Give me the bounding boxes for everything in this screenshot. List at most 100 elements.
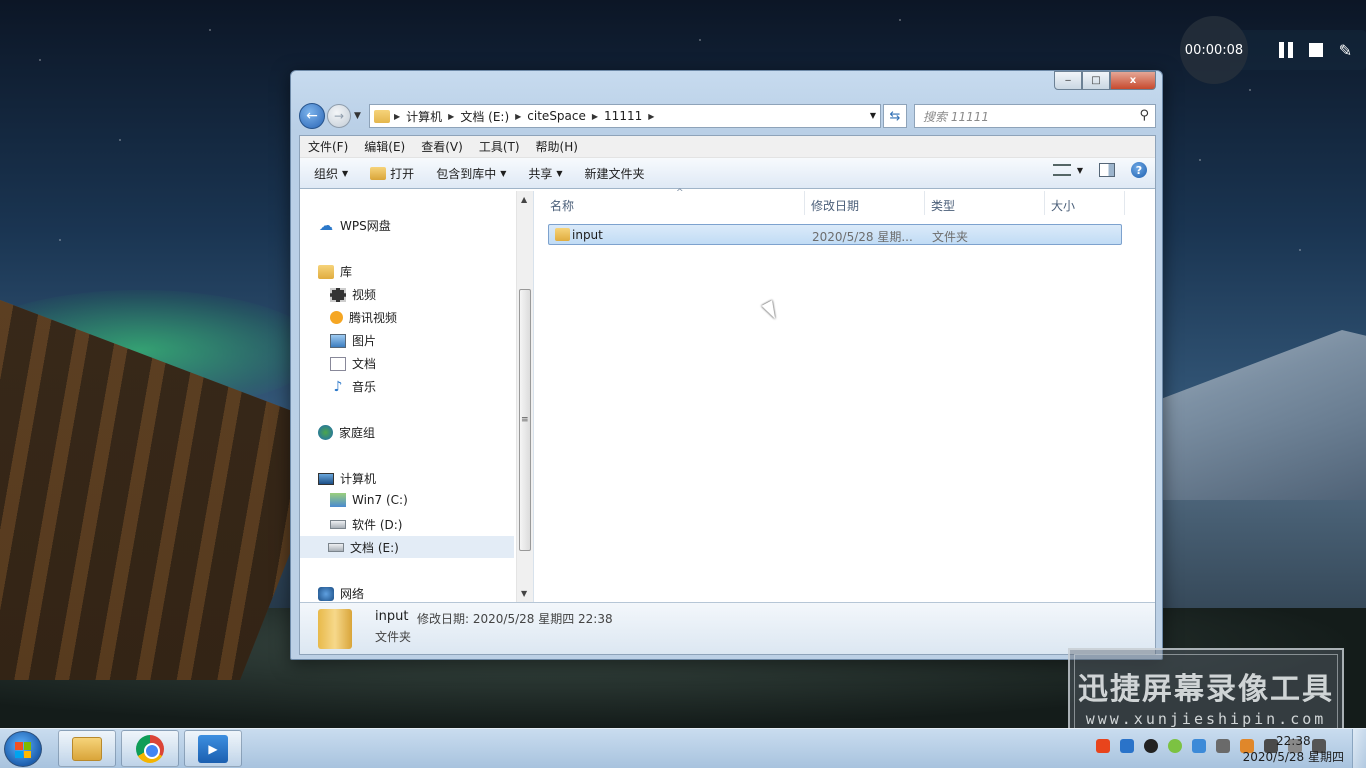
menu-tools[interactable]: 工具(T) — [471, 138, 528, 155]
nav-item-drive-d[interactable]: 软件 (D:) — [330, 516, 402, 533]
show-desktop-button[interactable] — [1352, 729, 1366, 768]
nav-item-pictures[interactable]: 图片 — [330, 332, 376, 349]
breadcrumb-citespace[interactable]: citeSpace — [527, 109, 586, 123]
search-icon[interactable]: ⚲ — [1139, 108, 1149, 123]
help-icon[interactable]: ? — [1131, 162, 1147, 178]
column-headers: ^ 名称 修改日期 类型 大小 — [542, 188, 1142, 216]
qq-icon[interactable] — [1144, 739, 1158, 753]
organize-button[interactable]: 组织 ▼ — [306, 165, 356, 182]
change-view-button[interactable]: ▼ — [1052, 164, 1083, 176]
scroll-down-icon[interactable]: ▼ — [521, 589, 527, 598]
windows-explorer-icon — [72, 736, 102, 761]
column-name[interactable]: 名称 — [550, 197, 574, 214]
windows-logo-icon — [15, 742, 31, 758]
maximize-button[interactable]: □ — [1082, 71, 1110, 90]
taskbar-recorder-button[interactable]: ▶ — [184, 730, 242, 767]
search-placeholder: 搜索 11111 — [923, 109, 989, 124]
column-divider[interactable] — [924, 191, 925, 215]
column-divider[interactable] — [1124, 191, 1125, 215]
menu-file[interactable]: 文件(F) — [300, 138, 356, 155]
new-folder-button[interactable]: 新建文件夹 — [577, 165, 653, 182]
details-name: input — [375, 609, 409, 624]
tray-app-icon[interactable] — [1120, 739, 1134, 753]
menu-help[interactable]: 帮助(H) — [528, 138, 586, 155]
nav-item-network[interactable]: 网络 — [318, 585, 364, 602]
taskbar-explorer-button[interactable] — [58, 730, 116, 767]
drive-icon — [330, 520, 346, 529]
arrow-left-icon: ← — [306, 108, 318, 124]
watermark-title: 迅捷屏幕录像工具 — [1078, 672, 1334, 707]
search-input[interactable]: 搜索 11111 ⚲ — [914, 104, 1156, 128]
column-type[interactable]: 类型 — [931, 197, 955, 214]
chevron-right-icon[interactable]: ▶ — [394, 112, 400, 121]
chevron-down-icon: ▼ — [500, 168, 507, 178]
wechat-icon[interactable] — [1168, 739, 1182, 753]
column-modified[interactable]: 修改日期 — [811, 197, 859, 214]
navigation-scrollbar[interactable]: ▲ ≡ ▼ — [516, 191, 533, 602]
nav-item-library[interactable]: 库 — [318, 263, 352, 280]
nav-item-wps[interactable]: ☁ WPS网盘 — [318, 217, 391, 234]
breadcrumb-computer[interactable]: 计算机 — [406, 108, 442, 125]
scroll-up-icon[interactable]: ▲ — [521, 195, 527, 204]
open-button[interactable]: 打开 — [362, 165, 422, 182]
menu-view[interactable]: 查看(V) — [413, 138, 471, 155]
start-button[interactable] — [4, 731, 42, 767]
pause-icon[interactable] — [1278, 42, 1293, 58]
minimize-button[interactable]: ‒ — [1054, 71, 1082, 90]
share-button[interactable]: 共享 ▼ — [520, 165, 570, 182]
nav-item-homegroup[interactable]: 家庭组 — [318, 424, 375, 441]
address-history-dropdown[interactable]: ▼ — [870, 111, 876, 120]
chevron-right-icon[interactable]: ▶ — [592, 112, 598, 121]
nav-item-video[interactable]: 视频 — [330, 286, 376, 303]
network-icon — [318, 586, 334, 601]
clock-date: 2020/5/28 星期四 — [1242, 750, 1344, 764]
include-in-library-button[interactable]: 包含到库中 ▼ — [428, 165, 514, 182]
file-type: 文件夹 — [932, 230, 969, 244]
tencent-video-icon — [330, 311, 343, 324]
chevron-right-icon[interactable]: ▶ — [448, 112, 454, 121]
nav-item-music[interactable]: ♪ 音乐 — [330, 378, 376, 395]
column-divider[interactable] — [1044, 191, 1045, 215]
clock[interactable]: 22:38 2020/5/28 星期四 — [1243, 733, 1344, 765]
nav-item-computer[interactable]: 计算机 — [318, 470, 376, 487]
close-button[interactable]: x — [1110, 71, 1156, 90]
window-caption-buttons: ‒ □ x — [1054, 71, 1156, 90]
chrome-icon — [136, 734, 164, 763]
file-row-input[interactable]: input 2020/5/28 星期... 文件夹 — [548, 224, 1122, 245]
chevron-right-icon[interactable]: ▶ — [648, 112, 654, 121]
drive-icon — [328, 542, 344, 552]
breadcrumb-11111[interactable]: 11111 — [604, 109, 642, 123]
taskbar-chrome-button[interactable] — [121, 730, 179, 767]
forward-button[interactable]: → — [327, 104, 351, 128]
breadcrumb-drive-e[interactable]: 文档 (E:) — [460, 108, 509, 125]
navigation-pane: ☁ WPS网盘 库 视频 腾讯视频 图片 文档 ♪ 音乐 家庭组 计算机 Win7 … — [300, 191, 534, 602]
stop-icon[interactable] — [1308, 43, 1323, 57]
sogou-ime-icon[interactable] — [1096, 739, 1110, 753]
pen-icon[interactable]: ✎ — [1339, 41, 1352, 60]
recent-pages-dropdown[interactable]: ▼ — [354, 111, 361, 121]
tray-app-icon[interactable] — [1216, 739, 1230, 753]
nav-item-tencent-video[interactable]: 腾讯视频 — [330, 309, 397, 326]
chevron-right-icon[interactable]: ▶ — [515, 112, 521, 121]
open-folder-icon — [370, 166, 387, 180]
nav-item-documents[interactable]: 文档 — [330, 355, 376, 372]
back-button[interactable]: ← — [299, 103, 325, 129]
nav-item-drive-c[interactable]: Win7 (C:) — [330, 493, 408, 507]
address-bar[interactable]: ▶ 计算机 ▶ 文档 (E:) ▶ citeSpace ▶ 11111 ▶ ▼ — [369, 104, 881, 128]
nav-item-drive-e[interactable]: 文档 (E:) — [300, 536, 514, 558]
cloud-icon: ☁ — [319, 217, 333, 234]
refresh-icon: ⇆ — [889, 108, 901, 124]
recorder-widget: ✎ 00:00:08 — [1180, 16, 1366, 84]
preview-pane-icon[interactable] — [1099, 163, 1115, 177]
column-divider[interactable] — [804, 191, 805, 215]
column-size[interactable]: 大小 — [1051, 197, 1075, 214]
menu-edit[interactable]: 编辑(E) — [356, 138, 413, 155]
music-icon: ♪ — [333, 378, 343, 395]
view-list-icon — [1052, 164, 1071, 176]
arrow-right-icon: → — [333, 109, 345, 123]
details-modified: 修改日期: 2020/5/28 星期四 22:38 — [417, 612, 613, 626]
shield-icon[interactable] — [1192, 739, 1206, 753]
refresh-button[interactable]: ⇆ — [883, 104, 907, 128]
screen-recorder-icon: ▶ — [198, 734, 228, 763]
folder-icon — [374, 109, 390, 123]
